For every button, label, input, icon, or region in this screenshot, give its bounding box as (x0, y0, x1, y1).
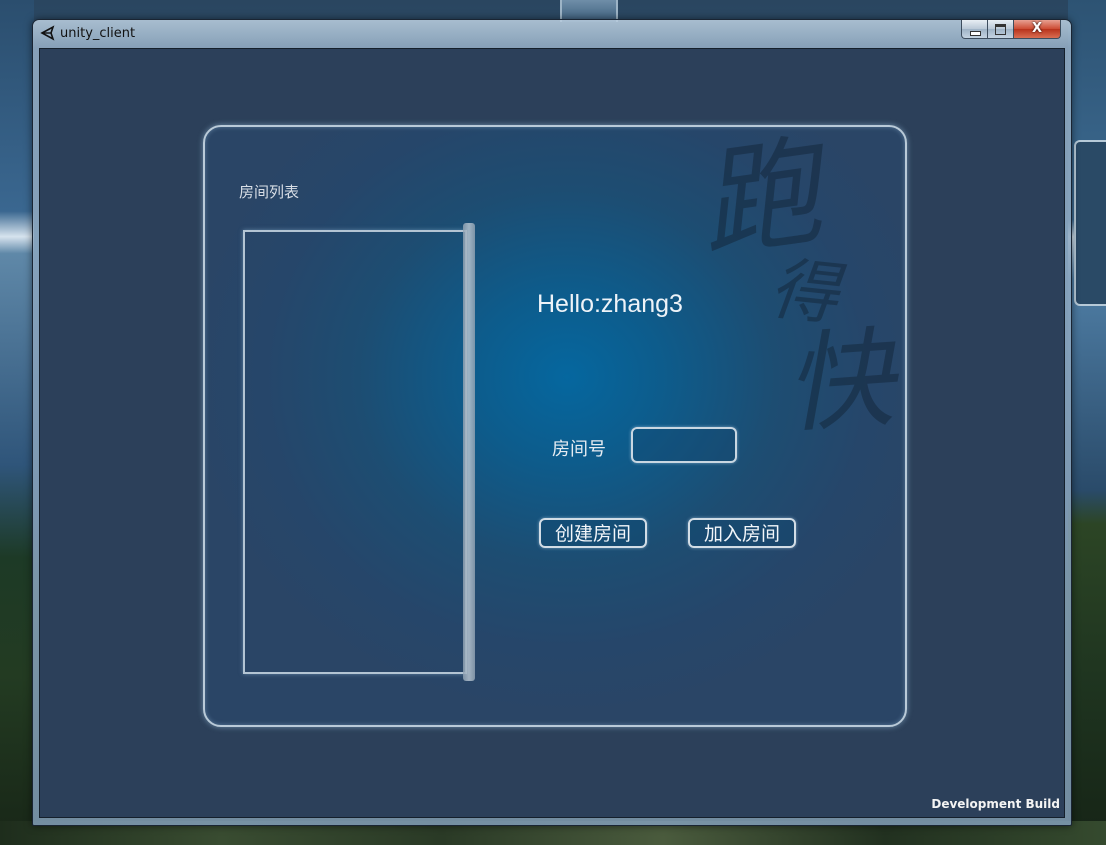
room-list-label: 房间列表 (239, 183, 300, 201)
calligraphy-watermark: 跑 得 快 (690, 122, 898, 449)
desktop-background-right (1068, 0, 1106, 845)
development-build-label: Development Build (931, 797, 1060, 811)
create-room-button[interactable]: 创建房间 (539, 518, 647, 548)
window-controls: X (961, 20, 1065, 40)
app-window: unity_client X 跑 得 快 房间列表 Hello:zhang3 房… (32, 19, 1072, 826)
window-title: unity_client (60, 26, 136, 41)
room-number-input[interactable] (631, 427, 737, 463)
join-room-button[interactable]: 加入房间 (688, 518, 796, 548)
minimize-icon (962, 20, 987, 38)
background-window-edge (1074, 140, 1106, 306)
maximize-button[interactable] (987, 20, 1014, 39)
title-bar[interactable]: unity_client X (33, 20, 1071, 48)
maximize-icon (988, 20, 1013, 38)
room-list-scrollbar[interactable] (463, 223, 475, 681)
unity-logo-icon (40, 25, 56, 41)
desktop-background-left (0, 0, 34, 845)
close-button[interactable]: X (1013, 20, 1061, 39)
game-client-area: 跑 得 快 房间列表 Hello:zhang3 房间号 创建房间 加入房间 De… (39, 48, 1065, 818)
close-icon: X (1031, 21, 1043, 36)
room-list[interactable] (243, 230, 467, 674)
minimize-button[interactable] (961, 20, 988, 39)
lobby-panel: 跑 得 快 房间列表 Hello:zhang3 房间号 创建房间 加入房间 (203, 122, 907, 727)
greeting-text: Hello:zhang3 (537, 290, 683, 318)
room-number-label: 房间号 (552, 439, 606, 460)
